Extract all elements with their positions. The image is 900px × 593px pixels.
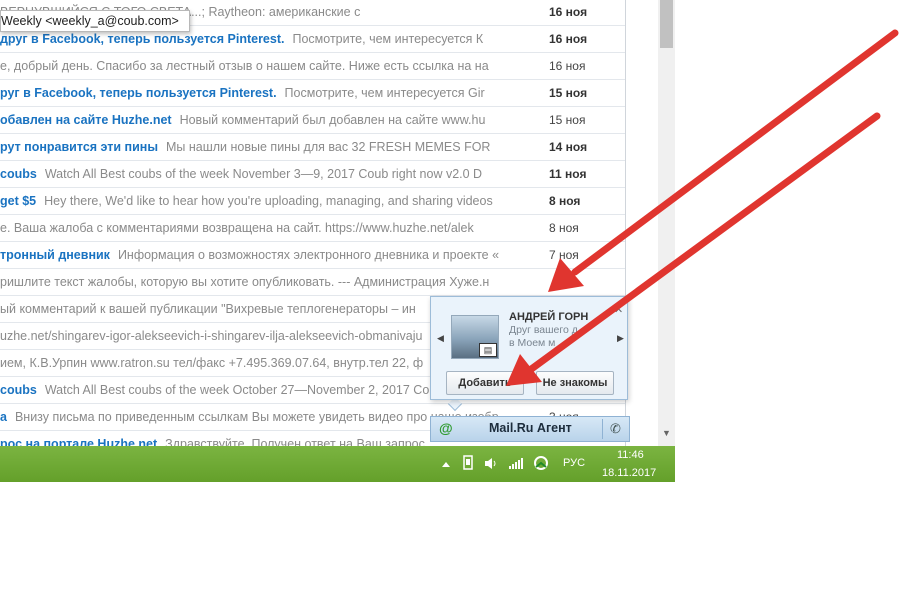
annotation-arrow-lower (506, 112, 881, 386)
annotation-arrow-upper (548, 29, 899, 292)
annotation-arrows (506, 29, 899, 386)
